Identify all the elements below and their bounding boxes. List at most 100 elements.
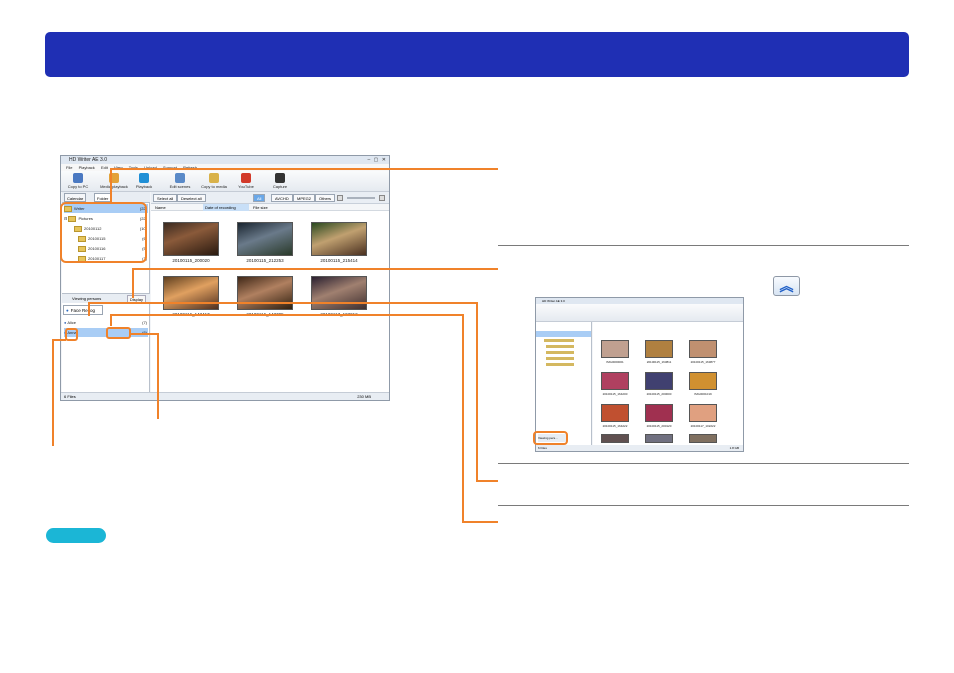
callout-line bbox=[52, 339, 54, 446]
menu-edit[interactable]: Edit bbox=[101, 165, 108, 170]
edit-scenes-button[interactable]: Edit scenes bbox=[163, 173, 197, 191]
youtube-icon bbox=[241, 173, 251, 183]
filter-others[interactable]: Others bbox=[315, 194, 336, 202]
capture-button[interactable]: Capture bbox=[263, 173, 297, 191]
mini-thumbnail[interactable] bbox=[689, 434, 717, 443]
edit-scenes-icon bbox=[175, 173, 185, 183]
callout-line bbox=[52, 339, 66, 341]
tab-calendar[interactable]: Calendar bbox=[64, 193, 87, 202]
mini-tree-item[interactable] bbox=[546, 357, 574, 360]
select-all-button[interactable]: Select all bbox=[153, 194, 178, 202]
mini-thumbnail-label: 20100115_163877 bbox=[690, 360, 716, 364]
menu-playback[interactable]: Playback bbox=[79, 165, 95, 170]
copy-to-pc-icon bbox=[73, 173, 83, 183]
mini-thumbnail[interactable] bbox=[645, 404, 673, 422]
note-pill bbox=[46, 528, 106, 543]
mini-thumbnail[interactable] bbox=[645, 372, 673, 390]
viewing-persons-label[interactable]: Viewing persons bbox=[72, 296, 101, 301]
mini-status-bar: 6 Files 1.8 GB bbox=[536, 445, 743, 451]
callout-person-name bbox=[106, 327, 131, 339]
status-file-count: 6 Files bbox=[64, 394, 76, 399]
mini-tree-item[interactable] bbox=[546, 345, 574, 348]
mini-thumbnail[interactable] bbox=[645, 434, 673, 443]
mini-thumbnail[interactable] bbox=[601, 404, 629, 422]
menu-file[interactable]: File bbox=[66, 165, 72, 170]
mini-thumbnail-label: 20100117_102222 bbox=[690, 424, 716, 428]
filter-all[interactable]: All bbox=[253, 194, 266, 202]
youtube-button[interactable]: YouTube bbox=[229, 173, 263, 191]
col-size[interactable]: File size bbox=[253, 204, 268, 211]
thumbnail-image[interactable] bbox=[237, 276, 293, 310]
mini-status-files: 6 Files bbox=[538, 446, 547, 450]
callout-line bbox=[110, 168, 112, 203]
mini-tree-item[interactable] bbox=[546, 351, 574, 354]
tab-face-recog[interactable]: ● Face Recog bbox=[63, 305, 103, 315]
copy-to-media-button[interactable]: Copy to media bbox=[197, 173, 231, 191]
tab-folder[interactable]: Folder bbox=[94, 193, 112, 202]
filter-mpeg2[interactable]: MPEG2 bbox=[293, 194, 316, 202]
person-row-alice[interactable]: ● Alice (7) bbox=[64, 318, 148, 327]
mini-thumbnail[interactable] bbox=[689, 372, 717, 390]
thumbnail-image[interactable] bbox=[311, 222, 367, 256]
thumbnail-image[interactable] bbox=[163, 276, 219, 310]
status-bar: 6 Files 230 MB bbox=[61, 392, 389, 400]
thumbnail-label: 20100115_215414 bbox=[320, 258, 358, 263]
callout-line bbox=[476, 302, 478, 482]
mini-left-pane: Viewing pers... bbox=[536, 322, 592, 445]
mini-thumbnail-label: 20100115_200120 bbox=[646, 424, 672, 428]
col-date[interactable]: Date of recording bbox=[203, 204, 249, 211]
mini-thumbnail-label: 20100115_163811 bbox=[646, 360, 672, 364]
person-icon: ● bbox=[66, 308, 69, 313]
callout-line bbox=[110, 314, 112, 326]
thumbnail-label: 20100115_200020 bbox=[172, 258, 210, 263]
mini-thumbnail[interactable] bbox=[601, 434, 629, 443]
header-banner bbox=[45, 32, 909, 77]
disc-icon bbox=[209, 173, 219, 183]
thumbnail-image[interactable] bbox=[311, 276, 367, 310]
mini-thumbnail-label: IMG0001019 bbox=[694, 392, 712, 396]
mini-tree-item[interactable] bbox=[546, 363, 574, 366]
callout-line bbox=[129, 333, 159, 335]
mini-content-pane: IMG0000001 20100115_163811 20100115_1638… bbox=[593, 322, 743, 445]
callout-line bbox=[462, 314, 464, 523]
double-chevron-up-icon: ︽ bbox=[779, 278, 794, 294]
callout-line bbox=[88, 302, 478, 304]
mini-thumbnail[interactable] bbox=[645, 340, 673, 358]
callout-person-icon bbox=[65, 328, 78, 341]
mini-thumbnail[interactable] bbox=[689, 404, 717, 422]
mini-thumbnail-label: 20100115_200000 bbox=[646, 392, 672, 396]
filter-avchd[interactable]: AVCHD bbox=[271, 194, 293, 202]
mini-thumbnail[interactable] bbox=[601, 340, 629, 358]
list-view-icon[interactable] bbox=[337, 195, 343, 201]
playback-button[interactable]: Playback bbox=[127, 173, 161, 191]
mini-window-screenshot: HD Writer AE 3.0 Viewing pers... IMG0000… bbox=[535, 297, 744, 452]
callout-line bbox=[132, 268, 498, 270]
callout-line bbox=[476, 480, 498, 482]
mini-tree-selected[interactable] bbox=[536, 331, 591, 337]
grid-view-icon[interactable] bbox=[379, 195, 385, 201]
mini-tree-item[interactable] bbox=[544, 339, 574, 342]
status-size: 230 MB bbox=[357, 394, 371, 399]
mini-thumbnail-label: 20100115_164200 bbox=[602, 392, 628, 396]
deselect-all-button[interactable]: Deselect all bbox=[177, 194, 206, 202]
window-title: HD Writer AE 3.0 bbox=[61, 156, 389, 164]
zoom-slider[interactable] bbox=[347, 197, 375, 199]
callout-line bbox=[132, 268, 134, 298]
thumbnail-image[interactable] bbox=[163, 222, 219, 256]
mini-thumbnail[interactable] bbox=[601, 372, 629, 390]
thumbnail-image[interactable] bbox=[237, 222, 293, 256]
mini-thumbnail[interactable] bbox=[689, 340, 717, 358]
content-pane: Select all Deselect all All AVCHD MPEG2 … bbox=[151, 192, 389, 392]
col-name[interactable]: Name bbox=[155, 204, 166, 211]
column-header: Name Date of recording File size bbox=[151, 204, 389, 211]
callout-line bbox=[88, 302, 90, 316]
mini-toolbar bbox=[536, 304, 743, 322]
mini-thumbnail-label: IMG0000001 bbox=[606, 360, 624, 364]
callout-line bbox=[157, 333, 159, 419]
window-controls[interactable]: – ▢ ✕ bbox=[368, 157, 387, 163]
selection-bar: Select all Deselect all All AVCHD MPEG2 … bbox=[151, 192, 389, 204]
copy-to-pc-button[interactable]: Copy to PC bbox=[61, 173, 95, 191]
media-playback-button[interactable]: Media playback bbox=[97, 173, 131, 191]
play-icon bbox=[139, 173, 149, 183]
collapse-up-button[interactable]: ︽ bbox=[773, 276, 800, 296]
